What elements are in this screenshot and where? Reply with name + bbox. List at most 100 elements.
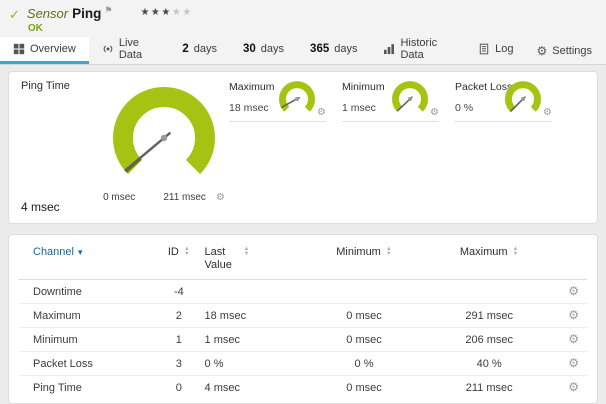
sensor-name: Ping (72, 6, 101, 21)
star-icon[interactable]: ★ (182, 7, 192, 18)
column-header-maximum[interactable]: Maximum▲▼ (425, 237, 553, 280)
main-gauge-block: 0 msec 211 msec ⚙ (84, 86, 244, 203)
cell-minimum: 0 msec (303, 376, 425, 400)
live-data-icon (102, 43, 114, 55)
tabs-group: Overview Live Data 2 days 30 days 365 da… (0, 37, 526, 64)
table-row[interactable]: Packet Loss 3 0 % 0 % 40 % ⚙ (19, 352, 587, 376)
star-icon[interactable]: ★ (172, 7, 182, 18)
channel-table-body: Downtime -4 ⚙ Maximum 2 18 msec 0 msec 2… (19, 280, 587, 400)
log-icon (478, 43, 490, 55)
cell-maximum: 40 % (425, 352, 553, 376)
sort-icon[interactable]: ▲▼ (386, 247, 392, 257)
cell-maximum: 291 msec (425, 304, 553, 328)
star-icon[interactable]: ★ (161, 7, 171, 18)
mini-gauges: Maximum 18 msec ⚙ Minimum 1 msec ⚙ Packe… (229, 80, 552, 122)
column-header-last-value[interactable]: Last Value▲▼ (201, 237, 303, 280)
channel-table: Channel▾ ID▲▼ Last Value▲▼ Minimum▲▼ Max (19, 237, 587, 399)
sort-icon[interactable]: ▲▼ (244, 247, 250, 257)
column-header-id[interactable]: ID▲▼ (157, 237, 200, 280)
cell-minimum (303, 280, 425, 304)
gauge-panel: Ping Time 0 msec 211 msec ⚙ Maximum 18 m… (8, 71, 598, 224)
star-icon[interactable]: ★ (151, 7, 161, 18)
gauge-settings-icon[interactable]: ⚙ (216, 193, 225, 203)
mini-gauge-minimum: Minimum 1 msec ⚙ (342, 80, 439, 122)
cell-channel: Ping Time (19, 376, 157, 400)
sort-icon[interactable]: ▲▼ (513, 247, 519, 257)
priority-stars[interactable]: ★★★★★ (140, 7, 192, 18)
flag-icon[interactable]: ⚑ (104, 6, 112, 15)
gauge-settings-icon[interactable]: ⚙ (317, 108, 326, 118)
sensor-status: OK (27, 23, 596, 34)
tab-settings-label: Settings (552, 45, 592, 57)
mini-gauge-maximum: Maximum 18 msec ⚙ (229, 80, 326, 122)
title-block: Sensor Ping ⚑ ★★★★★ OK (27, 6, 596, 34)
sensor-header: ✓ Sensor Ping ⚑ ★★★★★ OK (0, 0, 606, 37)
mini-gauge-packet-loss: Packet Loss 0 % ⚙ (455, 80, 552, 122)
gauge-settings-icon[interactable]: ⚙ (543, 108, 552, 118)
cell-channel: Downtime (19, 280, 157, 304)
cell-minimum: 0 msec (303, 304, 425, 328)
table-row[interactable]: Downtime -4 ⚙ (19, 280, 587, 304)
cell-maximum: 206 msec (425, 328, 553, 352)
overview-icon (13, 43, 25, 55)
gauge-panel-title: Ping Time (21, 80, 70, 92)
tab-bar: Overview Live Data 2 days 30 days 365 da… (0, 37, 606, 65)
cell-last-value: 0 % (201, 352, 303, 376)
mini-gauge-value: 18 msec (229, 102, 269, 114)
channel-settings-icon[interactable]: ⚙ (568, 284, 579, 298)
cell-id: 2 (157, 304, 200, 328)
content-area: Ping Time 0 msec 211 msec ⚙ Maximum 18 m… (0, 65, 606, 404)
mini-gauge (504, 80, 542, 118)
table-row[interactable]: Minimum 1 1 msec 0 msec 206 msec ⚙ (19, 328, 587, 352)
cell-channel: Packet Loss (19, 352, 157, 376)
caret-down-icon: ▾ (78, 247, 83, 257)
channel-settings-icon[interactable]: ⚙ (568, 308, 579, 322)
sort-icon[interactable]: ▲▼ (184, 247, 190, 257)
column-header-actions (553, 237, 587, 280)
cell-id: -4 (157, 280, 200, 304)
sensor-type-label: Sensor (27, 6, 68, 21)
column-header-channel[interactable]: Channel▾ (19, 237, 157, 280)
mini-gauge (278, 80, 316, 118)
historic-data-icon (383, 43, 395, 55)
tab-365-days[interactable]: 365 days (297, 37, 370, 64)
cell-channel: Minimum (19, 328, 157, 352)
cell-channel: Maximum (19, 304, 157, 328)
cell-maximum (425, 280, 553, 304)
channel-table-panel: Channel▾ ID▲▼ Last Value▲▼ Minimum▲▼ Max (8, 234, 598, 404)
gear-icon: ⚙ (536, 45, 547, 57)
mini-gauge (391, 80, 429, 118)
tab-overview[interactable]: Overview (0, 37, 89, 64)
channel-settings-icon[interactable]: ⚙ (568, 356, 579, 370)
sensor-page: ✓ Sensor Ping ⚑ ★★★★★ OK Overview Live D… (0, 0, 606, 404)
cell-last-value: 4 msec (201, 376, 303, 400)
cell-id: 3 (157, 352, 200, 376)
status-check-icon: ✓ (9, 8, 20, 21)
tab-2-days[interactable]: 2 days (169, 37, 230, 64)
tab-live-data[interactable]: Live Data (89, 37, 170, 64)
channel-settings-icon[interactable]: ⚙ (568, 332, 579, 346)
cell-maximum: 211 msec (425, 376, 553, 400)
mini-gauge-value: 0 % (455, 102, 473, 114)
cell-id: 1 (157, 328, 200, 352)
star-icon[interactable]: ★ (140, 7, 150, 18)
cell-last-value (201, 280, 303, 304)
tab-30-days[interactable]: 30 days (230, 37, 297, 64)
table-row[interactable]: Maximum 2 18 msec 0 msec 291 msec ⚙ (19, 304, 587, 328)
cell-minimum: 0 msec (303, 328, 425, 352)
mini-gauge-title: Minimum (342, 81, 385, 93)
cell-last-value: 18 msec (201, 304, 303, 328)
gauge-settings-icon[interactable]: ⚙ (430, 108, 439, 118)
mini-gauge-title: Maximum (229, 81, 275, 93)
channel-settings-icon[interactable]: ⚙ (568, 380, 579, 394)
column-header-minimum[interactable]: Minimum▲▼ (303, 237, 425, 280)
cell-minimum: 0 % (303, 352, 425, 376)
cell-id: 0 (157, 376, 200, 400)
tab-historic-data[interactable]: Historic Data (370, 37, 465, 64)
tab-log[interactable]: Log (465, 37, 526, 64)
table-row[interactable]: Ping Time 0 4 msec 0 msec 211 msec ⚙ (19, 376, 587, 400)
tab-settings[interactable]: ⚙ Settings (526, 37, 602, 64)
gauge-min-label: 0 msec (103, 192, 135, 203)
cell-last-value: 1 msec (201, 328, 303, 352)
gauge-max-label: 211 msec (163, 192, 206, 203)
